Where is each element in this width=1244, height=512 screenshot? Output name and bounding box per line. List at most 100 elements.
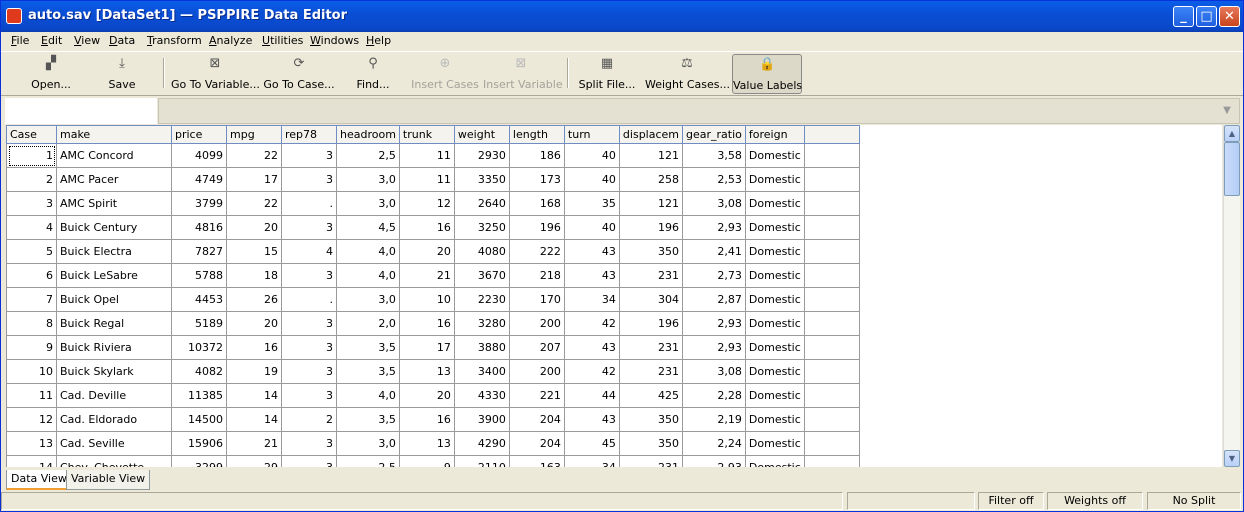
data-cell[interactable] [803,239,860,264]
data-cell[interactable]: 2,93 [682,455,746,467]
data-cell[interactable]: 2,53 [682,167,746,192]
data-cell[interactable]: 231 [618,263,684,288]
data-cell[interactable]: . [281,287,337,312]
data-cell[interactable]: Buick LeSabre [56,263,172,288]
data-cell[interactable]: 3299 [171,455,227,467]
data-cell[interactable]: 22 [226,143,282,168]
data-cell[interactable]: Buick Skylark [56,359,172,384]
data-cell[interactable]: 186 [508,143,565,168]
data-cell[interactable]: 4749 [171,167,227,192]
data-cell[interactable]: 3,0 [336,191,400,216]
data-cell[interactable]: 207 [508,335,565,360]
data-cell[interactable]: 3400 [453,359,510,384]
split-file-button[interactable]: ▦ Split File... [577,54,637,94]
data-cell[interactable]: 3 [281,431,337,456]
data-cell[interactable]: 16 [398,407,455,432]
data-cell[interactable]: 2,19 [682,407,746,432]
data-cell[interactable]: Domestic [744,239,805,264]
data-cell[interactable]: 350 [618,431,684,456]
data-cell[interactable]: 204 [508,407,565,432]
data-cell[interactable]: 40 [563,215,620,240]
data-cell[interactable]: 170 [508,287,565,312]
data-cell[interactable]: 222 [508,239,565,264]
data-cell[interactable]: 15 [226,239,282,264]
data-cell[interactable]: 42 [563,359,620,384]
column-header-displacem[interactable]: displacem [618,125,684,144]
data-cell[interactable]: Buick Regal [56,311,172,336]
data-cell[interactable]: 3 [281,215,337,240]
data-cell[interactable] [803,455,860,467]
column-header-mpg[interactable]: mpg [226,125,282,144]
data-cell[interactable]: 2 [281,407,337,432]
row-number[interactable]: 11 [6,383,57,408]
row-number[interactable]: 4 [6,215,57,240]
column-header-rep78[interactable]: rep78 [281,125,337,144]
data-cell[interactable] [803,407,860,432]
insert-variable-button[interactable]: ⊠ Insert Variable [483,54,563,94]
data-cell[interactable]: 11 [398,167,455,192]
data-cell[interactable]: 231 [618,455,684,467]
data-cell[interactable]: 4082 [171,359,227,384]
menu-data[interactable]: Data [109,34,135,47]
cell-value-entry[interactable]: ▼ [158,98,1240,124]
data-cell[interactable] [803,215,860,240]
menu-analyze[interactable]: Analyze [209,34,252,47]
data-cell[interactable]: 2,93 [682,311,746,336]
menu-file[interactable]: File [11,34,29,47]
data-cell[interactable]: 121 [618,191,684,216]
row-number[interactable]: 12 [6,407,57,432]
data-cell[interactable]: 196 [618,215,684,240]
data-cell[interactable]: 5189 [171,311,227,336]
data-cell[interactable]: 3 [281,311,337,336]
data-cell[interactable]: 231 [618,359,684,384]
data-cell[interactable]: Cad. Eldorado [56,407,172,432]
data-cell[interactable]: 4080 [453,239,510,264]
close-button[interactable]: ✕ [1219,6,1240,27]
column-header-case[interactable]: Case [6,125,57,144]
data-cell[interactable]: Domestic [744,311,805,336]
data-cell[interactable]: 121 [618,143,684,168]
data-cell[interactable]: 3350 [453,167,510,192]
data-cell[interactable]: Chev. Chevette [56,455,172,467]
data-cell[interactable]: 42 [563,311,620,336]
maximize-button[interactable]: □ [1196,6,1217,27]
data-cell[interactable]: 40 [563,167,620,192]
data-cell[interactable] [803,167,860,192]
data-cell[interactable]: 16 [226,335,282,360]
data-cell[interactable]: 34 [563,455,620,467]
data-cell[interactable]: 3670 [453,263,510,288]
data-cell[interactable]: 3 [281,167,337,192]
data-cell[interactable]: 425 [618,383,684,408]
data-cell[interactable]: 2,93 [682,335,746,360]
data-cell[interactable]: 196 [618,311,684,336]
data-cell[interactable]: 16 [398,311,455,336]
data-cell[interactable]: 3,5 [336,335,400,360]
data-cell[interactable]: 4099 [171,143,227,168]
data-cell[interactable]: 4290 [453,431,510,456]
data-cell[interactable]: 18 [226,263,282,288]
data-cell[interactable]: 3,5 [336,407,400,432]
data-cell[interactable]: Domestic [744,455,805,467]
data-cell[interactable]: 3280 [453,311,510,336]
data-cell[interactable]: 43 [563,263,620,288]
find-button[interactable]: ⚲ Find... [349,54,397,94]
data-cell[interactable]: 350 [618,407,684,432]
column-header-foreign[interactable]: foreign [744,125,805,144]
data-cell[interactable]: 2,5 [336,143,400,168]
data-cell[interactable]: 3 [281,335,337,360]
data-cell[interactable]: 13 [398,359,455,384]
data-cell[interactable]: Domestic [744,167,805,192]
data-cell[interactable]: 2110 [453,455,510,467]
data-cell[interactable]: 14 [226,383,282,408]
data-cell[interactable]: 2,41 [682,239,746,264]
data-cell[interactable]: Cad. Seville [56,431,172,456]
data-cell[interactable]: Domestic [744,359,805,384]
goto-variable-button[interactable]: ⊠ Go To Variable... [171,54,260,94]
data-cell[interactable]: 4,0 [336,263,400,288]
data-cell[interactable]: Buick Electra [56,239,172,264]
row-number[interactable]: 3 [6,191,57,216]
column-header-make[interactable]: make [56,125,172,144]
data-cell[interactable] [803,143,860,168]
data-cell[interactable]: 218 [508,263,565,288]
value-labels-button[interactable]: 🔒 Value Labels [732,54,802,94]
